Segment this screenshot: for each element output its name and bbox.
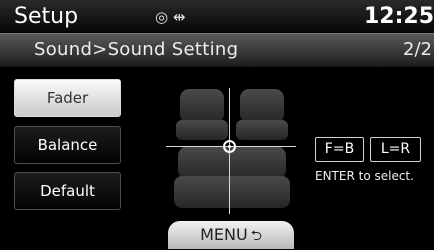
front-left-seat-icon [176, 89, 228, 140]
enter-hint-text: ENTER to select. [315, 169, 414, 183]
subheader: Sound>Sound Setting 2/2 [0, 33, 434, 67]
clock: 12:25 [363, 4, 434, 29]
balance-value-display: L=R [370, 137, 421, 162]
rear-bench-seat-icon [174, 146, 290, 208]
balance-button[interactable]: Balance [14, 126, 121, 164]
menu-label: MENU [200, 225, 248, 244]
status-bar: Setup ◎ ⇹ 12:25 [0, 0, 434, 33]
default-button[interactable]: Default [14, 172, 121, 210]
sound-position-marker[interactable] [223, 140, 236, 153]
breadcrumb: Sound>Sound Setting [34, 39, 239, 60]
fader-button[interactable]: Fader [14, 79, 121, 117]
return-icon: ⮌ [250, 228, 262, 244]
front-right-seat-icon [236, 89, 288, 140]
app-title: Setup [14, 4, 79, 29]
fader-value-display: F=B [315, 137, 364, 162]
page-indicator: 2/2 [403, 39, 432, 60]
menu-tab-button[interactable]: MENU ⮌ [168, 221, 294, 249]
media-status-icons: ◎ ⇹ [155, 8, 186, 26]
